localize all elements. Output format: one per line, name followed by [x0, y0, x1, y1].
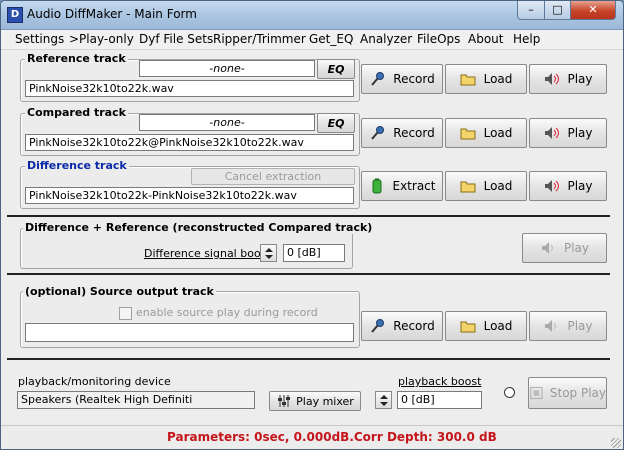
menu-bar: Settings >Play-only Dyf File Sets Ripper…	[1, 30, 623, 50]
reference-record-label: Record	[393, 72, 435, 86]
folder-icon	[460, 321, 476, 333]
reference-track-label: Reference track	[25, 52, 128, 65]
difference-file-field[interactable]: PinkNoise32k10to22k-PinkNoise32k10to22k.…	[25, 187, 354, 204]
playback-device-label: playback/monitoring device	[18, 375, 171, 388]
diff-ref-play-label: Play	[563, 241, 590, 255]
source-file-field[interactable]	[25, 323, 354, 342]
menu-get-eq[interactable]: Get_EQ	[309, 32, 353, 46]
folder-icon	[460, 181, 476, 193]
minimize-button[interactable]: –	[517, 1, 545, 20]
menu-dyf-file-sets[interactable]: Dyf File Sets	[139, 32, 213, 46]
cancel-extraction-button[interactable]: Cancel extraction	[191, 168, 355, 185]
folder-icon	[460, 128, 476, 140]
compared-load-button[interactable]: Load	[445, 118, 527, 148]
menu-analyzer[interactable]: Analyzer	[360, 32, 412, 46]
speaker-icon	[545, 127, 560, 139]
playback-boost-spinner[interactable]	[375, 391, 392, 409]
menu-about[interactable]: About	[468, 32, 503, 46]
main-window: D Audio DiffMaker - Main Form – □ ✕ Sett…	[0, 0, 624, 450]
menu-fileops[interactable]: FileOps	[417, 32, 460, 46]
resize-grip-icon[interactable]	[611, 438, 621, 448]
compared-record-label: Record	[393, 126, 435, 140]
source-load-button[interactable]: Load	[445, 311, 527, 341]
stop-play-label: Stop Play	[549, 386, 606, 400]
reference-record-button[interactable]: Record	[361, 64, 443, 94]
diff-boost-spinner[interactable]	[260, 244, 277, 262]
compared-eq-display: -none-	[139, 114, 315, 131]
microphone-icon	[371, 126, 385, 140]
menu-settings[interactable]: Settings	[15, 32, 64, 46]
diff-ref-label: Difference + Reference (reconstructed Co…	[23, 221, 375, 234]
close-button[interactable]: ✕	[570, 1, 616, 20]
menu-help[interactable]: Help	[513, 32, 540, 46]
source-output-label: (optional) Source output track	[23, 285, 216, 298]
status-bar: Parameters: 0sec, 0.000dB.Corr Depth: 30…	[1, 425, 623, 449]
play-mixer-button[interactable]: Play mixer	[269, 391, 361, 411]
source-load-label: Load	[483, 319, 513, 333]
extract-button[interactable]: Extract	[361, 171, 443, 201]
compared-track-label: Compared track	[25, 106, 128, 119]
menu-ripper-trimmer[interactable]: Ripper/Trimmer	[213, 32, 306, 46]
enable-source-play-checkbox[interactable]	[119, 307, 132, 320]
stop-play-button[interactable]: Stop Play	[528, 377, 607, 409]
difference-load-button[interactable]: Load	[445, 171, 527, 201]
parameters-status: Parameters: 0sec, 0.000dB.Corr Depth: 30…	[167, 430, 497, 444]
compared-eq-button[interactable]: EQ	[317, 113, 355, 133]
diff-boost-label: Difference signal boost:	[144, 247, 275, 260]
source-play-button[interactable]: Play	[529, 311, 607, 341]
enable-source-play-label: enable source play during record	[136, 306, 318, 319]
app-icon: D	[7, 7, 23, 23]
microphone-icon	[371, 319, 385, 333]
reference-eq-display: -none-	[139, 60, 315, 77]
reference-load-label: Load	[483, 72, 513, 86]
folder-icon	[460, 74, 476, 86]
reference-play-label: Play	[567, 72, 593, 86]
title-bar[interactable]: D Audio DiffMaker - Main Form – □ ✕	[1, 1, 623, 30]
separator-line	[7, 358, 610, 360]
compared-play-button[interactable]: Play	[529, 118, 607, 148]
source-play-label: Play	[567, 319, 593, 333]
playback-status-indicator	[504, 387, 515, 398]
speaker-icon	[545, 73, 560, 85]
reference-file-field[interactable]: PinkNoise32k10to22k.wav	[25, 80, 354, 97]
playback-boost-label: playback boost	[398, 375, 482, 388]
compared-file-field[interactable]: PinkNoise32k10to22k@PinkNoise32k10to22k.…	[25, 134, 354, 151]
stop-icon	[530, 386, 543, 400]
window-title: Audio DiffMaker - Main Form	[27, 7, 197, 21]
mixer-icon	[278, 395, 291, 407]
extract-label: Extract	[392, 179, 436, 193]
microphone-icon	[371, 72, 385, 86]
source-record-button[interactable]: Record	[361, 311, 443, 341]
compared-load-label: Load	[483, 126, 513, 140]
playback-boost-field[interactable]: 0 [dB]	[397, 391, 482, 409]
difference-load-label: Load	[483, 179, 513, 193]
reference-play-button[interactable]: Play	[529, 64, 607, 94]
maximize-button[interactable]: □	[544, 1, 571, 20]
menu-play-only[interactable]: >Play-only	[69, 32, 134, 46]
reference-eq-button[interactable]: EQ	[317, 59, 355, 79]
difference-play-label: Play	[567, 179, 593, 193]
difference-track-label: Difference track	[25, 159, 129, 172]
difference-play-button[interactable]: Play	[529, 171, 607, 201]
play-mixer-label: Play mixer	[296, 394, 354, 408]
speaker-icon	[545, 180, 560, 192]
playback-device-field[interactable]: Speakers (Realtek High Definiti	[17, 391, 255, 409]
speaker-icon	[541, 242, 553, 254]
compared-play-label: Play	[567, 126, 593, 140]
separator-line	[7, 215, 610, 217]
battery-icon	[372, 178, 381, 194]
separator-line	[7, 273, 610, 275]
source-record-label: Record	[393, 319, 435, 333]
diff-boost-field[interactable]: 0 [dB]	[283, 244, 345, 262]
reference-load-button[interactable]: Load	[445, 64, 527, 94]
speaker-icon	[545, 320, 557, 332]
diff-ref-play-button[interactable]: Play	[522, 233, 607, 263]
compared-record-button[interactable]: Record	[361, 118, 443, 148]
